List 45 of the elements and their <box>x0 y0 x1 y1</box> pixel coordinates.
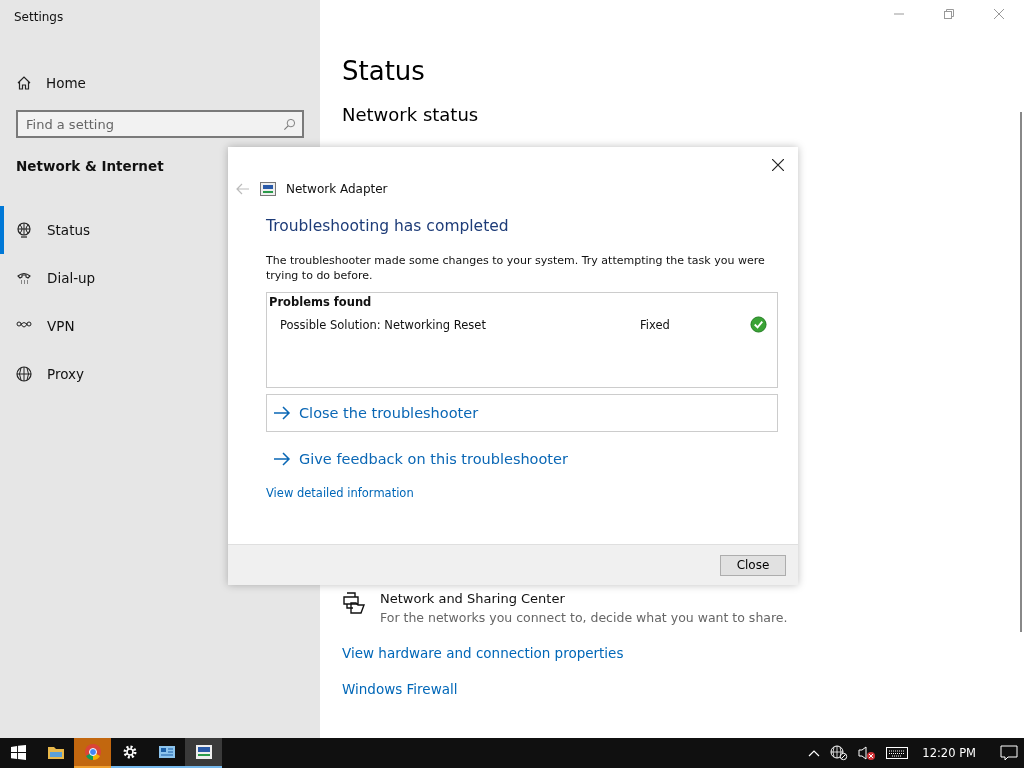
search-field[interactable]: Find a setting <box>16 110 304 138</box>
home-label[interactable]: Home <box>46 75 86 91</box>
page-title: Status <box>342 56 426 88</box>
arrow-icon <box>273 452 291 466</box>
section-heading: Network & Internet <box>15 158 165 176</box>
chrome-icon[interactable] <box>83 743 102 761</box>
globe-no-connection-icon[interactable] <box>830 745 849 761</box>
globe-monitor-icon <box>16 222 32 238</box>
settings-link[interactable]: View hardware and connection properties <box>342 645 624 661</box>
windows-logo-icon[interactable] <box>11 744 26 760</box>
keyboard-icon[interactable] <box>886 746 909 760</box>
home-nav-item[interactable]: Home <box>0 68 320 98</box>
problem-status: Fixed <box>640 317 671 332</box>
details-link[interactable]: View detailed information <box>266 486 414 500</box>
settings-link[interactable]: Windows Firewall <box>342 681 458 697</box>
nav-label[interactable]: Proxy <box>47 366 84 382</box>
problems-header: Problems found <box>269 295 373 309</box>
notification-icon[interactable] <box>1000 745 1018 761</box>
nav-label[interactable]: Dial-up <box>47 270 96 286</box>
arrow-icon <box>273 406 291 420</box>
printer-folder-icon <box>342 591 366 615</box>
window-title: Settings <box>13 9 65 26</box>
sharing-center-link[interactable]: Network and Sharing Center <box>380 591 788 606</box>
globe-icon <box>16 366 32 382</box>
taskbar-app-button[interactable] <box>185 738 222 768</box>
network-adapter-icon <box>260 181 276 197</box>
control-panel-icon[interactable] <box>157 743 176 761</box>
result-message: The troubleshooter made some changes to your system. Try attempting the task you were trying to do before. <box>266 253 766 283</box>
restore-icon[interactable] <box>944 9 954 19</box>
dialog-title: Network Adapter <box>286 182 388 196</box>
close-button[interactable]: Close <box>720 554 786 576</box>
action-link[interactable]: Close the troubleshooter <box>266 394 778 432</box>
search-icon <box>283 118 296 131</box>
chevron-up-icon[interactable] <box>808 749 821 757</box>
scrollbar[interactable] <box>1020 112 1022 632</box>
problem-name: Possible Solution: Networking Reset <box>280 317 487 332</box>
phone-icon <box>16 270 32 286</box>
clock[interactable]: 12:20 PM <box>922 746 976 760</box>
home-icon <box>16 75 32 91</box>
sharing-center-description: For the networks you connect to, decide what you want to share. <box>380 610 788 625</box>
nav-label[interactable]: Status <box>47 222 91 238</box>
network-adapter-icon[interactable] <box>194 743 213 761</box>
section-title: Network status <box>342 104 480 125</box>
nav-label[interactable]: VPN <box>47 318 75 334</box>
speaker-muted-icon[interactable] <box>858 745 877 761</box>
